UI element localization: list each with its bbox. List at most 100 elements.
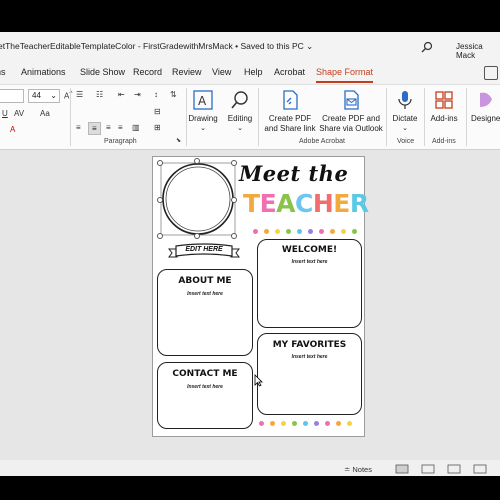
decor-dot [286,229,291,234]
decor-dot [314,421,319,426]
drawing-button[interactable]: A Drawing ⌄ [188,89,218,134]
dictate-button[interactable]: Dictate ⌄ [390,89,420,134]
slide[interactable]: Meet the TEACHER EDIT HERE ABOUT ME Inse… [152,156,369,437]
contact-me-placeholder[interactable]: Insert text here [158,384,252,390]
voice-group-label: Voice [397,138,415,145]
ribbon-display-options[interactable] [484,66,498,80]
decor-dot [292,421,297,426]
teacher-letter: C [295,189,313,218]
tab-help[interactable]: Help [244,67,263,77]
welcome-title[interactable]: WELCOME! [258,245,361,255]
favorites-title[interactable]: MY FAVORITES [258,340,361,350]
smartart-icon[interactable]: ⊞ [154,123,161,132]
favorites-placeholder[interactable]: Insert text here [258,354,361,360]
columns-icon[interactable]: ▥ [132,123,140,132]
increase-indent-icon[interactable]: ⇥ [134,90,141,99]
decor-dot [308,229,313,234]
decor-dot [275,229,280,234]
tab-record[interactable]: Record [133,67,162,77]
slide-canvas[interactable]: Meet the TEACHER EDIT HERE ABOUT ME Inse… [0,150,500,465]
welcome-placeholder[interactable]: Insert text here [258,259,361,265]
align-text-icon[interactable]: ⊟ [154,107,161,116]
about-me-title[interactable]: ABOUT ME [158,276,252,286]
create-pdf-outlook-button[interactable]: Create PDF and Share via Outlook [319,89,383,134]
tab-slide-show[interactable]: Slide Show [80,67,125,77]
view-buttons[interactable] [394,464,490,474]
justify-icon[interactable]: ≡ [118,123,123,132]
resize-handle-icon[interactable] [194,233,200,239]
font-size-box[interactable]: 44 ⌄ [28,89,60,103]
tab-review[interactable]: Review [172,67,202,77]
decor-dot [341,229,346,234]
notes-button[interactable]: ≐ Notes [344,465,372,474]
tab-transitions[interactable]: ns [0,67,6,77]
teacher-letter: A [276,189,295,218]
teacher-letter: E [333,189,350,218]
designer-button[interactable]: Designer [470,89,500,124]
photo-frame[interactable] [155,159,241,239]
resize-handle-icon[interactable] [157,160,163,166]
addins-button[interactable]: Add-ins [428,89,460,124]
align-center-icon[interactable]: ≡ [88,122,101,135]
text-direction-icon[interactable]: ⇅ [170,90,177,99]
resize-handle-icon[interactable] [231,233,237,239]
line-spacing-icon[interactable]: ↕ [154,90,158,99]
decor-dot [281,421,286,426]
editing-button[interactable]: Editing ⌄ [225,89,255,134]
font-color-icon[interactable]: A [10,125,15,134]
numbering-icon[interactable]: ☷ [96,90,103,99]
shapes-icon: A [193,90,213,110]
change-case-icon[interactable]: Aa [40,109,50,118]
font-name-box[interactable] [0,89,24,103]
addins-group-label: Add-ins [432,138,456,145]
about-me-card[interactable]: ABOUT ME Insert text here [157,269,253,356]
title-bar: etTheTeacherEditableTemplateColor - Firs… [0,32,500,62]
teacher-heading[interactable]: TEACHER [243,189,369,218]
bullets-icon[interactable]: ☰ [76,90,83,99]
designer-icon [480,92,492,107]
search-icon[interactable] [421,41,433,53]
tab-animations[interactable]: Animations [21,67,66,77]
user-name[interactable]: Jessica Mack [456,42,500,60]
pdf-link-icon [283,90,298,110]
create-pdf-share-link-button[interactable]: Create PDF and Share link [262,89,318,134]
decor-dot [336,421,341,426]
addins-icon [435,91,453,109]
decor-dot [347,421,352,426]
teacher-letter: R [349,189,369,218]
tab-acrobat[interactable]: Acrobat [274,67,305,77]
tab-view[interactable]: View [212,67,231,77]
microphone-icon [398,91,412,109]
resize-handle-icon[interactable] [231,197,237,203]
decrease-indent-icon[interactable]: ⇤ [118,90,125,99]
document-title[interactable]: etTheTeacherEditableTemplateColor - Firs… [0,41,313,52]
resize-handle-icon[interactable] [157,233,163,239]
decor-dot [330,229,335,234]
align-right-icon[interactable]: ≡ [106,123,111,132]
align-left-icon[interactable]: ≡ [76,123,81,132]
increase-font-icon[interactable]: A^ [64,90,72,101]
favorites-card[interactable]: MY FAVORITES Insert text here [257,333,362,415]
pdf-mail-icon [344,90,359,110]
paragraph-dialog-launcher-icon[interactable]: ⬊ [176,137,181,144]
about-me-placeholder[interactable]: Insert text here [158,291,252,297]
resize-handle-icon[interactable] [231,160,237,166]
paragraph-group-label: Paragraph [104,138,137,145]
tab-shape-format[interactable]: Shape Format [316,67,374,83]
decor-dot [259,421,264,426]
ribbon-tabs: ns Animations Slide Show Record Review V… [0,62,500,84]
underline-icon[interactable]: U [2,109,8,118]
welcome-card[interactable]: WELCOME! Insert text here [257,239,362,328]
decor-dot [325,421,330,426]
contact-me-title[interactable]: CONTACT ME [158,369,252,379]
resize-handle-icon[interactable] [194,158,200,164]
edit-banner-label[interactable]: EDIT HERE [177,246,231,253]
meet-heading[interactable]: Meet the [239,161,348,186]
ribbon: 44⌄ A^ U AV Aa A ☰ ☷ ⇤ ⇥ ↕ ⇅ ⊟ ⊞ ≡ ≡ ≡ ≡… [0,84,500,150]
dot-row-top [253,229,357,234]
decor-dot [297,229,302,234]
decor-dot [253,229,258,234]
contact-me-card[interactable]: CONTACT ME Insert text here [157,362,253,429]
character-spacing-icon[interactable]: AV [14,109,24,118]
resize-handle-icon[interactable] [157,197,163,203]
